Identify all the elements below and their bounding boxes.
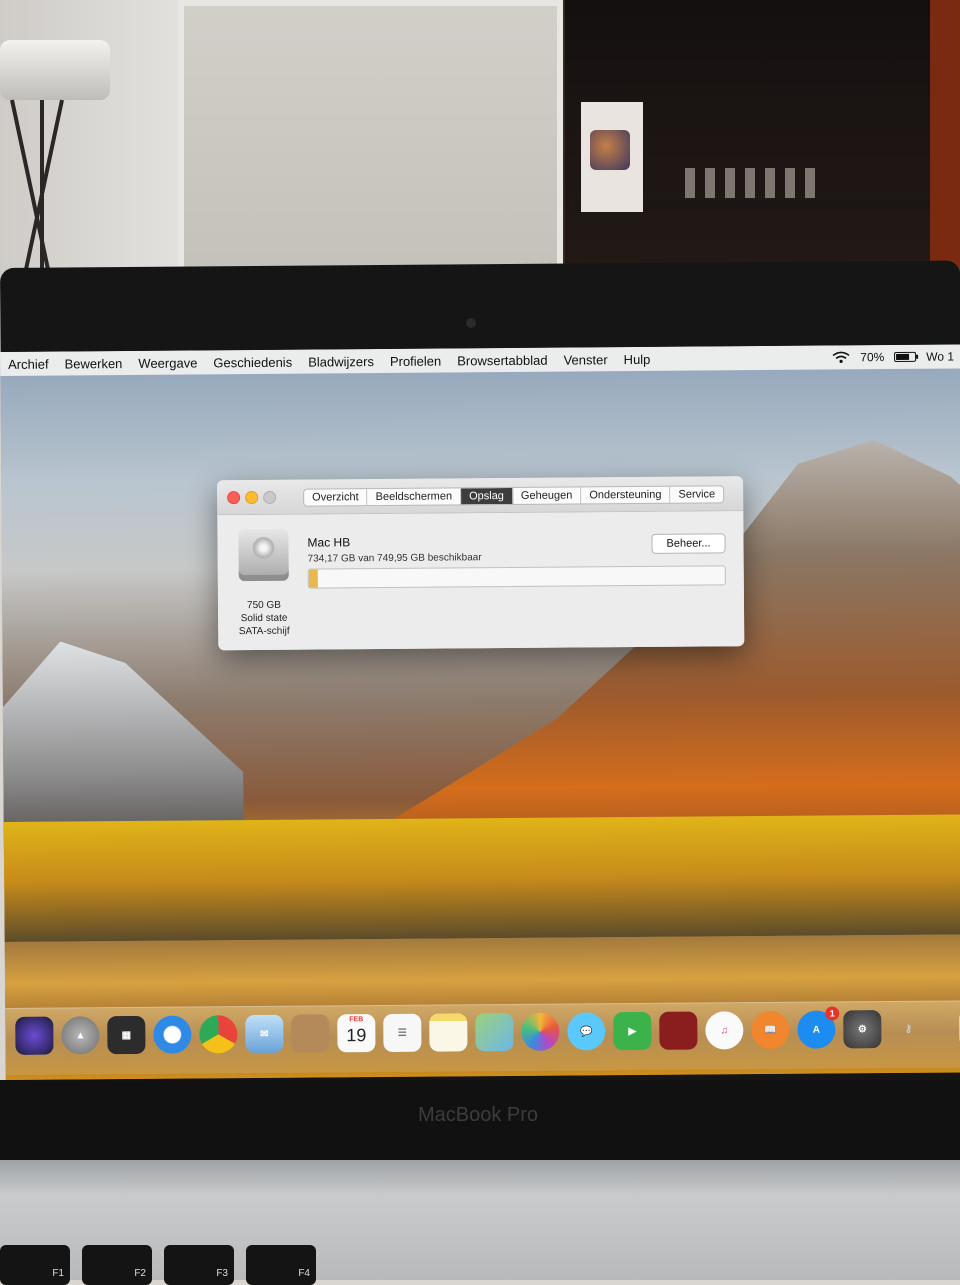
tab-opslag[interactable]: Opslag (460, 487, 513, 505)
volume-name: Mac HB (307, 535, 351, 550)
close-button[interactable] (227, 491, 241, 505)
menu-bladwijzers[interactable]: Bladwijzers (300, 354, 382, 370)
screen: Archief Bewerken Weergave Geschiedenis B… (0, 344, 960, 1080)
key-f4[interactable]: F4 (246, 1245, 316, 1285)
menu-browsertabblad[interactable]: Browsertabblad (449, 352, 555, 368)
menu-geschiedenis[interactable]: Geschiedenis (205, 354, 300, 370)
menu-venster[interactable]: Venster (555, 352, 615, 367)
notes-icon[interactable] (429, 1013, 468, 1052)
app-store-icon[interactable]: A 1 (797, 1006, 840, 1049)
menu-bewerken[interactable]: Bewerken (57, 355, 131, 371)
dock: ▲ ▦ ✉ FEB 19 ☰ 💬 ▶ ♫ 📖 A 1 ⚙ ⚷ (5, 1000, 960, 1075)
photo-card-art (590, 130, 630, 170)
calendar-month: FEB (349, 1016, 364, 1024)
ibooks-icon[interactable]: 📖 (751, 1010, 790, 1050)
calendar-icon[interactable]: FEB 19 (337, 1014, 376, 1053)
tab-service[interactable]: Service (670, 486, 723, 502)
disk-info: 750 GB Solid state SATA-schijf (228, 599, 300, 639)
tab-geheugen[interactable]: Geheugen (512, 487, 582, 504)
menu-archief[interactable]: Archief (0, 356, 57, 371)
key-f4-label: F4 (298, 1268, 310, 1279)
webcam (466, 318, 476, 328)
manage-button[interactable]: Beheer... (651, 533, 726, 554)
key-f2-label: F2 (134, 1268, 146, 1279)
tab-overzicht[interactable]: Overzicht (304, 489, 368, 506)
disk-type: Solid state (240, 612, 288, 625)
contacts-icon[interactable] (291, 1014, 330, 1053)
chrome-icon[interactable] (199, 1015, 238, 1054)
disk-interface: SATA-schijf (238, 625, 290, 638)
menu-profielen[interactable]: Profielen (382, 353, 449, 369)
about-this-mac-window: Overzicht Beeldschermen Opslag Geheugen … (217, 476, 745, 651)
zoom-button[interactable] (263, 490, 277, 504)
menu-hulp[interactable]: Hulp (616, 351, 659, 366)
volume-available: 734,17 GB van 749,95 GB beschikbaar (307, 552, 482, 565)
wifi-icon[interactable] (832, 351, 850, 363)
safari-icon[interactable] (153, 1015, 192, 1054)
storage-pane: 750 GB Solid state SATA-schijf Mac HB 73… (217, 511, 745, 651)
siri-icon[interactable] (15, 1016, 54, 1055)
app-store-badge: 1 (825, 1006, 840, 1021)
chess-pieces (685, 168, 825, 198)
tab-beeldschermen[interactable]: Beeldschermen (367, 488, 462, 506)
battery-percent[interactable]: 70% (860, 350, 884, 364)
shelf-edge (930, 0, 960, 290)
wallpaper-forest (3, 814, 960, 942)
menu-weergave[interactable]: Weergave (130, 355, 205, 371)
storage-usage-bar (307, 565, 726, 589)
battery-level (896, 353, 909, 360)
key-f3-label: F3 (216, 1268, 228, 1279)
function-key-row: F1 F2 F3 F4 (0, 1245, 316, 1285)
maps-icon[interactable] (475, 1012, 514, 1052)
window-titlebar[interactable]: Overzicht Beeldschermen Opslag Geheugen … (217, 476, 744, 516)
status-area: 70% Wo 1 (832, 349, 960, 364)
dock-icons: ▲ ▦ ✉ FEB 19 ☰ 💬 ▶ ♫ 📖 A 1 ⚙ ⚷ (15, 1006, 960, 1055)
mail-icon[interactable]: ✉ (245, 1014, 284, 1054)
messages-icon[interactable]: 💬 (567, 1012, 606, 1051)
minimize-button[interactable] (245, 490, 259, 505)
battery-icon[interactable] (894, 351, 917, 362)
facetime-icon[interactable]: ▶ (613, 1011, 652, 1051)
photos-icon[interactable] (521, 1012, 560, 1051)
tab-ondersteuning[interactable]: Ondersteuning (581, 486, 671, 504)
mission-control-icon[interactable]: ▦ (107, 1015, 146, 1055)
clock[interactable]: Wo 1 (926, 350, 954, 364)
laptop-brand: MacBook Pro (418, 1104, 539, 1126)
tab-bar: Overzicht Beeldschermen Opslag Geheugen … (303, 485, 725, 507)
launchpad-icon[interactable]: ▲ (61, 1016, 100, 1055)
key-f1[interactable]: F1 (0, 1245, 70, 1285)
hard-disk-icon (238, 528, 289, 582)
itunes-icon[interactable]: ♫ (705, 1011, 744, 1050)
wall-picture-frame (178, 0, 563, 285)
disk-capacity: 750 GB (246, 599, 281, 612)
key-f1-label: F1 (52, 1268, 64, 1279)
key-f2[interactable]: F2 (82, 1245, 152, 1285)
keychain-icon[interactable]: ⚷ (889, 1010, 927, 1048)
calendar-day: 19 (346, 1025, 367, 1046)
storage-used-segment (308, 569, 318, 588)
projector (0, 40, 110, 100)
key-f3[interactable]: F3 (164, 1245, 234, 1285)
reminders-icon[interactable]: ☰ (383, 1013, 422, 1053)
photo-booth-icon[interactable] (659, 1011, 698, 1050)
disk-platter (252, 536, 275, 560)
system-preferences-icon[interactable]: ⚙ (843, 1010, 882, 1049)
